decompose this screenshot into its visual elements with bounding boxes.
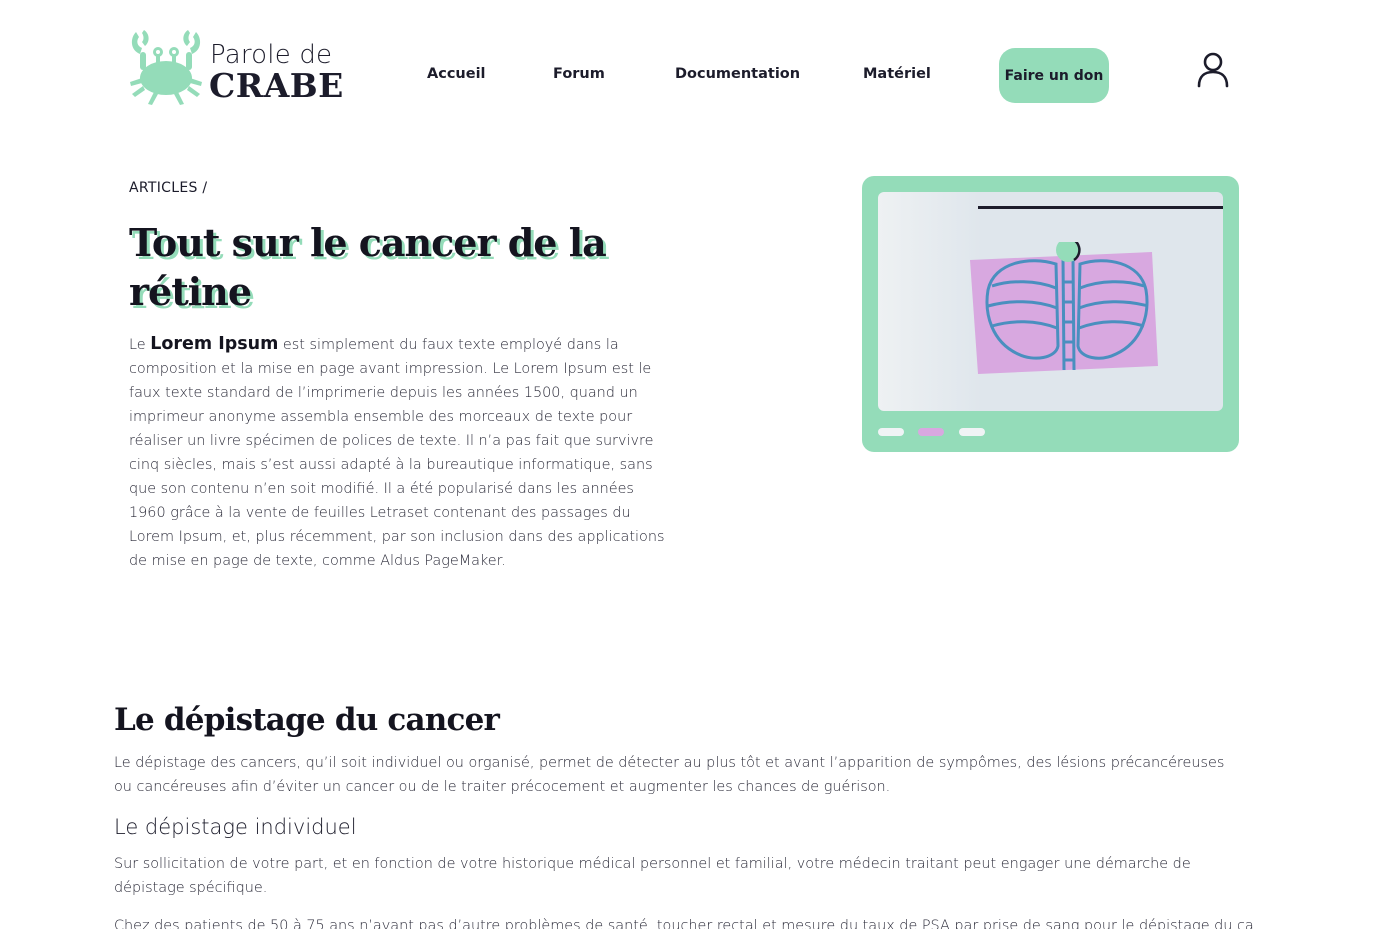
section-paragraph-1: Le dépistage des cancers, qu’il soit ind…: [114, 755, 1225, 795]
user-icon[interactable]: [1194, 50, 1232, 90]
site-logo[interactable]: Parole de CRABE: [128, 28, 343, 108]
nav-item-documentation[interactable]: Documentation: [675, 66, 800, 82]
intro-strong: Lorem Ipsum: [150, 334, 279, 354]
nav-item-forum[interactable]: Forum: [553, 66, 605, 82]
media-screen: [878, 192, 1223, 411]
site-header: Parole de CRABE Accueil Forum Documentat…: [0, 0, 1374, 140]
crab-logo-icon: [130, 30, 202, 105]
section-title: Le dépistage du cancer: [114, 702, 500, 738]
section-paragraph-2: Sur sollicitation de votre part, et en f…: [114, 856, 1191, 896]
page-title: Tout sur le cancer de la rétine: [129, 220, 607, 314]
nav-item-accueil[interactable]: Accueil: [427, 66, 486, 82]
carousel-dot-2[interactable]: [918, 428, 944, 436]
carousel-dot-1[interactable]: [878, 428, 904, 436]
intro-paragraph: Le Lorem Ipsum est simplement du faux te…: [129, 332, 674, 573]
carousel-dot-3[interactable]: [959, 428, 985, 436]
xray-lungs-illustration: [970, 242, 1158, 374]
logo-text-bottom: CRABE: [209, 66, 344, 105]
nav-item-materiel[interactable]: Matériel: [863, 66, 931, 82]
intro-rest: est simplement du faux texte employé dan…: [129, 337, 665, 569]
section-paragraph-3: Chez des patients de 50 à 75 ans n’ayant…: [114, 918, 1254, 929]
media-carousel[interactable]: [862, 176, 1239, 452]
intro-prefix: Le: [129, 337, 151, 353]
section-subtitle: Le dépistage individuel: [114, 815, 357, 839]
breadcrumb[interactable]: ARTICLES /: [129, 180, 207, 196]
donate-button[interactable]: Faire un don: [999, 48, 1109, 103]
